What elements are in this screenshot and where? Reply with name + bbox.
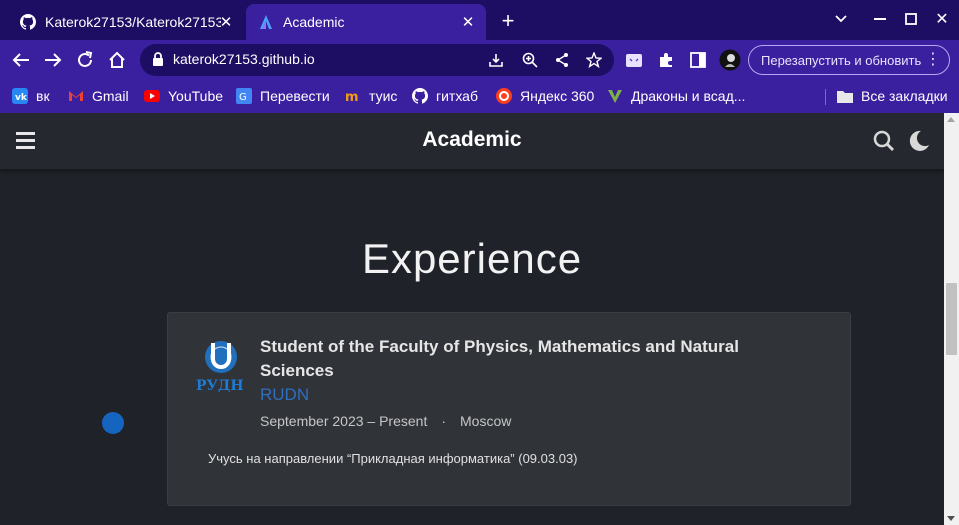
experience-dates: September 2023 – Present xyxy=(260,413,428,429)
browser-toolbar: katerok27153.github.io Перезапустить и о… xyxy=(0,40,959,80)
search-icon[interactable] xyxy=(872,129,896,153)
github-icon xyxy=(20,14,36,30)
github-icon xyxy=(412,88,428,104)
bookmark-github[interactable]: гитхаб xyxy=(412,87,478,105)
bookmark-vk[interactable]: vk вк xyxy=(12,87,50,105)
svg-text:m: m xyxy=(345,90,359,104)
svg-text:vk: vk xyxy=(15,93,28,103)
meta-separator: · xyxy=(441,413,447,429)
new-tab-button[interactable]: + xyxy=(496,9,520,33)
tab-close-icon[interactable]: ✕ xyxy=(458,12,478,32)
tab-title: Katerok27153/Katerok27153 xyxy=(45,14,221,30)
experience-location: Moscow xyxy=(460,413,512,429)
browser-chrome: Katerok27153/Katerok27153 ✕ Academic ✕ +… xyxy=(0,0,959,113)
extensions-puzzle-icon[interactable] xyxy=(655,49,677,71)
bookmark-tuis[interactable]: m туис xyxy=(345,87,397,105)
experience-org[interactable]: RUDN xyxy=(260,385,309,405)
tab-academic[interactable]: Academic ✕ xyxy=(246,4,486,40)
tab-close-icon[interactable]: ✕ xyxy=(216,12,236,32)
side-panel-icon[interactable] xyxy=(687,49,709,71)
experience-meta: September 2023 – Present · Moscow xyxy=(260,413,511,429)
home-button[interactable] xyxy=(104,47,130,73)
yandex360-icon xyxy=(496,88,512,104)
tab-title: Academic xyxy=(283,14,345,30)
lock-icon xyxy=(153,52,163,66)
address-bar[interactable]: katerok27153.github.io xyxy=(140,44,614,76)
bookmark-translate[interactable]: G Перевести xyxy=(236,87,330,105)
experience-role: Student of the Faculty of Physics, Mathe… xyxy=(260,337,739,380)
bookmark-label: гитхаб xyxy=(436,88,478,104)
bookmark-label: YouTube xyxy=(168,88,224,104)
bookmarks-divider xyxy=(825,89,826,105)
close-window-button[interactable]: ✕ xyxy=(931,8,953,30)
folder-icon xyxy=(837,88,853,104)
tuis-icon: m xyxy=(345,88,361,104)
forward-button[interactable] xyxy=(40,47,66,73)
youtube-icon xyxy=(144,88,160,104)
bookmark-youtube[interactable]: YouTube xyxy=(144,87,223,105)
section-heading: Experience xyxy=(361,235,583,282)
bookmark-label: Драконы и всад... xyxy=(631,88,746,104)
scroll-down-arrow-icon[interactable] xyxy=(947,516,955,521)
rudn-logo: РУДН xyxy=(196,341,244,393)
vk-icon: vk xyxy=(12,88,28,104)
page-scrollbar[interactable] xyxy=(944,113,959,525)
reload-button[interactable] xyxy=(72,47,98,73)
bookmark-label: туис xyxy=(369,88,398,104)
back-button[interactable] xyxy=(8,47,34,73)
page-content: Academic Experience РУДН Student of the … xyxy=(0,113,944,525)
bookmark-gmail[interactable]: Gmail xyxy=(68,87,129,105)
scrollbar-thumb[interactable] xyxy=(946,283,957,355)
relaunch-update-button[interactable]: Перезапустить и обновить ⋮ xyxy=(748,45,950,75)
url-text: katerok27153.github.io xyxy=(173,51,315,67)
site-brand[interactable]: Academic xyxy=(0,128,944,152)
timeline-dot xyxy=(102,412,124,434)
gmail-icon xyxy=(68,88,84,104)
tab-github[interactable]: Katerok27153/Katerok27153 ✕ xyxy=(8,4,244,40)
tab-search-chevron-icon[interactable] xyxy=(830,8,852,30)
svg-text:РУДН: РУДН xyxy=(196,378,244,393)
profile-avatar[interactable] xyxy=(719,49,741,71)
menu-dots-icon[interactable]: ⋮ xyxy=(925,51,941,69)
dark-mode-moon-icon[interactable] xyxy=(907,129,931,153)
bookmark-label: Gmail xyxy=(92,88,129,104)
bookmark-label: Яндекс 360 xyxy=(520,88,595,104)
experience-card: РУДН Student of the Faculty of Physics, … xyxy=(167,312,851,506)
bookmark-label: вк xyxy=(36,88,50,104)
dragons-icon xyxy=(607,88,623,104)
bookmark-yandex360[interactable]: Яндекс 360 xyxy=(496,87,594,105)
extension-cat-icon[interactable] xyxy=(623,49,645,71)
minimize-button[interactable] xyxy=(869,8,891,30)
maximize-button[interactable] xyxy=(900,8,922,30)
bookmarks-bar: vk вк Gmail YouTube G Перевести m туис г… xyxy=(0,80,959,113)
academic-icon xyxy=(260,15,272,29)
all-bookmarks-label: Все закладки xyxy=(861,88,948,104)
install-app-icon[interactable] xyxy=(486,50,506,70)
all-bookmarks-folder[interactable]: Все закладки xyxy=(837,87,948,105)
scroll-up-arrow-icon[interactable] xyxy=(947,117,955,122)
experience-description: Учусь на направлении “Прикладная информа… xyxy=(208,451,578,466)
translate-icon: G xyxy=(236,88,252,104)
relaunch-label: Перезапустить и обновить xyxy=(761,52,922,68)
share-icon[interactable] xyxy=(552,50,572,70)
tab-strip: Katerok27153/Katerok27153 ✕ Academic ✕ +… xyxy=(0,0,959,40)
svg-text:G: G xyxy=(239,92,247,103)
zoom-icon[interactable] xyxy=(520,50,540,70)
bookmark-label: Перевести xyxy=(260,88,330,104)
bookmark-dragons[interactable]: Драконы и всад... xyxy=(607,87,745,105)
bookmark-star-icon[interactable] xyxy=(584,50,604,70)
site-navbar: Academic xyxy=(0,113,944,169)
